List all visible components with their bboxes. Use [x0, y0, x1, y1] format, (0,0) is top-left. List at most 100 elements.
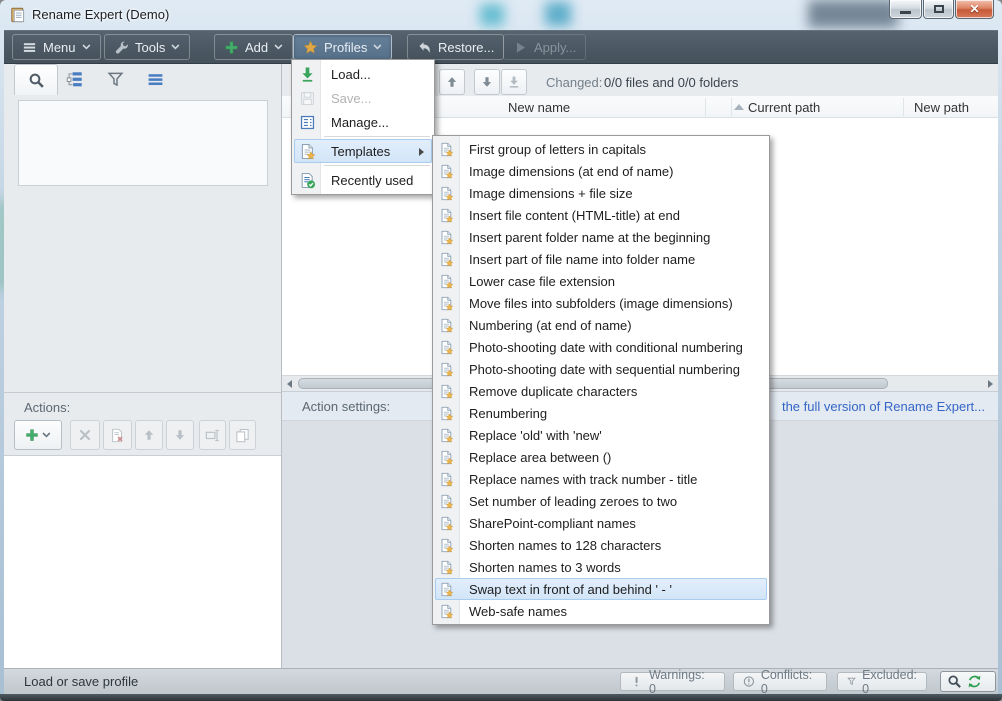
plus-icon: [224, 40, 239, 55]
search-icon[interactable]: [947, 674, 962, 689]
add-button-label: Add: [245, 40, 268, 55]
template-menu-item[interactable]: Replace area between (): [435, 446, 767, 468]
menu-item[interactable]: Save...: [294, 86, 432, 110]
template-menu-item-label: Replace 'old' with 'new': [436, 428, 602, 443]
tree-view-icon[interactable]: [66, 71, 83, 88]
chevron-down-icon: [42, 432, 51, 438]
minimize-button[interactable]: [889, 0, 922, 19]
template-menu-item[interactable]: Replace names with track number - title: [435, 468, 767, 490]
template-icon: [439, 274, 454, 289]
move-action-down-button[interactable]: [166, 420, 194, 450]
duplicate-action-button[interactable]: [229, 420, 256, 450]
template-menu-item[interactable]: Move files into subfolders (image dimens…: [435, 292, 767, 314]
chevron-down-icon: [171, 44, 180, 50]
template-icon: [439, 582, 454, 597]
refresh-icon[interactable]: [967, 674, 982, 689]
move-down-button[interactable]: [474, 69, 500, 95]
x-icon: [78, 428, 92, 442]
template-menu-item[interactable]: Replace 'old' with 'new': [435, 424, 767, 446]
file-list-box[interactable]: [18, 100, 268, 186]
profiles-button-label: Profiles: [324, 40, 367, 55]
menu-item[interactable]: Manage...: [294, 110, 432, 134]
star-icon: [303, 40, 318, 55]
column-divider[interactable]: [903, 98, 904, 116]
tab-search[interactable]: [14, 64, 58, 95]
wrench-icon: [114, 40, 129, 55]
full-version-link[interactable]: the full version of Rename Expert...: [782, 399, 985, 414]
recent-icon: [299, 172, 316, 189]
maximize-button[interactable]: [923, 0, 954, 19]
sort-ascending-icon: [734, 104, 744, 110]
filter-icon[interactable]: [107, 71, 124, 88]
rename-action-button[interactable]: [199, 420, 226, 450]
status-message: Load or save profile: [24, 674, 138, 689]
template-menu-item[interactable]: Numbering (at end of name): [435, 314, 767, 336]
template-menu-item[interactable]: Insert parent folder name at the beginni…: [435, 226, 767, 248]
load-icon: [299, 66, 316, 83]
menu-item[interactable]: Templates: [294, 139, 432, 163]
template-menu-item[interactable]: Shorten names to 3 words: [435, 556, 767, 578]
actions-header: Actions:: [4, 392, 281, 419]
template-menu-item[interactable]: Insert file content (HTML-title) at end: [435, 204, 767, 226]
close-icon: ✕: [969, 2, 979, 16]
app-window: Rename Expert (Demo) ✕ Menu Tools Add Pr…: [0, 0, 1002, 701]
menu-item[interactable]: Recently used: [294, 168, 432, 192]
column-header-new-path[interactable]: New path: [914, 100, 969, 115]
move-action-up-button[interactable]: [135, 420, 163, 450]
close-button[interactable]: ✕: [955, 0, 994, 19]
template-menu-item[interactable]: Photo-shooting date with sequential numb…: [435, 358, 767, 380]
remove-all-actions-button[interactable]: [103, 420, 132, 450]
menu-item[interactable]: Load...: [294, 62, 432, 86]
template-menu-item[interactable]: Insert part of file name into folder nam…: [435, 248, 767, 270]
doc-x-icon: [110, 428, 125, 443]
template-menu-item[interactable]: Remove duplicate characters: [435, 380, 767, 402]
template-menu-item[interactable]: Image dimensions + file size: [435, 182, 767, 204]
move-up-button[interactable]: [439, 69, 465, 95]
template-menu-item[interactable]: Photo-shooting date with conditional num…: [435, 336, 767, 358]
column-divider[interactable]: [705, 98, 706, 116]
template-menu-item[interactable]: Web-safe names: [435, 600, 767, 622]
template-menu-item-label: Shorten names to 128 characters: [436, 538, 661, 553]
menu-separator: [324, 165, 430, 166]
tools-button[interactable]: Tools: [104, 34, 190, 60]
template-icon: [439, 208, 454, 223]
conflicts-button[interactable]: Conflicts: 0: [733, 672, 827, 691]
chevron-down-icon: [274, 44, 283, 50]
main-toolbar: Menu Tools Add Profiles Restore... Apply…: [4, 30, 998, 64]
delete-action-button[interactable]: [70, 420, 100, 450]
add-action-button[interactable]: [14, 420, 62, 450]
chevron-down-icon: [82, 44, 91, 50]
profiles-menu: Load... Save... Manage... Templates Rece…: [291, 59, 435, 195]
excluded-button[interactable]: Excluded: 0: [837, 672, 927, 691]
column-header-new-name[interactable]: New name: [508, 100, 570, 115]
template-menu-item-label: Set number of leading zeroes to two: [436, 494, 677, 509]
profiles-button[interactable]: Profiles: [293, 34, 392, 60]
template-menu-item[interactable]: Image dimensions (at end of name): [435, 160, 767, 182]
column-header-current-path[interactable]: Current path: [748, 100, 820, 115]
restore-button[interactable]: Restore...: [407, 34, 504, 60]
move-to-bottom-button[interactable]: [501, 69, 527, 95]
add-button[interactable]: Add: [214, 34, 293, 60]
restore-button-label: Restore...: [438, 40, 494, 55]
template-menu-item[interactable]: Lower case file extension: [435, 270, 767, 292]
list-view-icon[interactable]: [147, 71, 164, 88]
apply-button-label: Apply...: [534, 40, 576, 55]
warnings-button[interactable]: Warnings: 0: [620, 672, 725, 691]
apply-button[interactable]: Apply...: [503, 34, 586, 60]
template-menu-item[interactable]: Set number of leading zeroes to two: [435, 490, 767, 512]
template-menu-item[interactable]: Swap text in front of and behind ' - ': [435, 578, 767, 600]
template-menu-item[interactable]: First group of letters in capitals: [435, 138, 767, 160]
funnel-icon: [847, 675, 856, 688]
save-icon: [299, 90, 316, 107]
template-icon: [439, 406, 454, 421]
template-menu-item[interactable]: SharePoint-compliant names: [435, 512, 767, 534]
template-icon: [439, 186, 454, 201]
scroll-left-arrow[interactable]: [287, 380, 292, 388]
template-menu-item[interactable]: Renumbering: [435, 402, 767, 424]
template-menu-item[interactable]: Shorten names to 128 characters: [435, 534, 767, 556]
actions-list[interactable]: [4, 455, 281, 668]
column-divider[interactable]: [731, 98, 732, 116]
scroll-right-arrow[interactable]: [988, 380, 993, 388]
menu-button-label: Menu: [43, 40, 76, 55]
menu-button[interactable]: Menu: [12, 34, 101, 60]
